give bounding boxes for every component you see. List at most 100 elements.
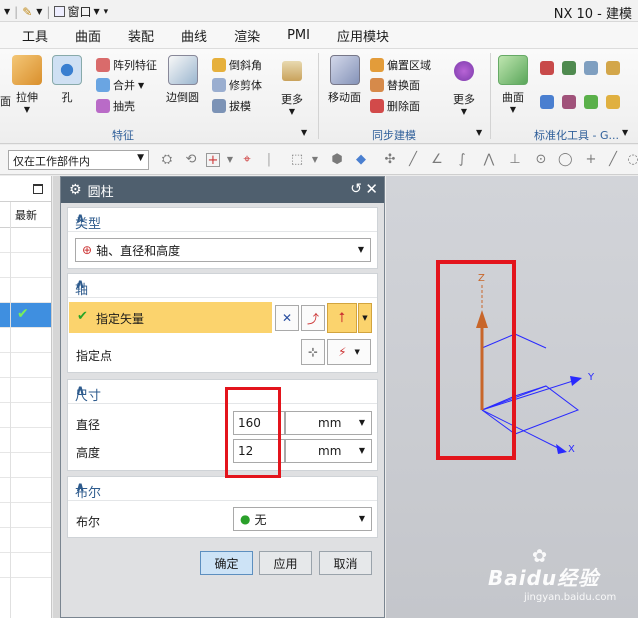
group-expand-icon[interactable]: ▼	[476, 128, 482, 137]
tab-assembly[interactable]: 装配	[128, 26, 154, 45]
navigator-row[interactable]	[0, 553, 51, 578]
dropdown-arrow-icon[interactable]: ▼	[4, 7, 10, 16]
std-tool-icon[interactable]	[540, 95, 554, 109]
panel-splitter[interactable]	[53, 176, 60, 618]
specify-vector-row[interactable]: ✔ 指定矢量	[69, 302, 272, 333]
cancel-button[interactable]: 取消	[319, 551, 372, 575]
std-tool-icon[interactable]	[606, 95, 620, 109]
selection-mode-icon[interactable]: +	[206, 153, 220, 168]
navigator-row[interactable]	[0, 503, 51, 528]
unite-button[interactable]: 合并 ▼	[96, 77, 144, 93]
gear-icon[interactable]: ⚙	[69, 182, 82, 198]
pencil-icon[interactable]: ✎	[22, 5, 32, 19]
selection-scope-dropdown[interactable]: 仅在工作部件内 ▼	[8, 150, 149, 170]
center-icon[interactable]: ⊙	[534, 153, 548, 167]
tab-surface[interactable]: 曲面	[75, 26, 101, 45]
vector-dialog-button[interactable]: ⤴	[301, 305, 325, 331]
height-unit-dropdown[interactable]: mm ▼	[285, 439, 372, 463]
group-expand-icon[interactable]: ▼	[622, 128, 628, 137]
std-tool-icon[interactable]	[562, 61, 576, 75]
reset-icon[interactable]: ↺	[350, 181, 362, 197]
box-select-icon[interactable]: ⬚	[290, 153, 304, 167]
std-tool-icon[interactable]	[584, 95, 598, 109]
perpendicular-icon[interactable]: ⊥	[508, 153, 522, 167]
offset-region-button[interactable]: 偏置区域	[370, 57, 431, 73]
snap-icon[interactable]: ⛭	[160, 153, 174, 167]
dimensions-section-header[interactable]: 尺寸 ∧	[68, 380, 377, 404]
more-sync-button[interactable]: 更多 ▼	[453, 61, 475, 116]
ok-button[interactable]: 确定	[200, 551, 253, 575]
extrude-button[interactable]: 拉伸 ▼	[12, 55, 42, 114]
shell-button[interactable]: 抽壳	[96, 98, 135, 114]
delete-face-button[interactable]: 删除面	[370, 98, 420, 114]
dropdown-arrow-icon[interactable]: ▼	[36, 7, 42, 16]
graphics-viewport[interactable]: Z Y X ✿ Baidu经验 jingyan.baidu.com	[386, 176, 638, 618]
dropdown-arrow-icon[interactable]: ▼	[223, 153, 237, 167]
collapse-caret-icon[interactable]: ∧	[75, 480, 370, 495]
std-tool-icon[interactable]	[584, 61, 598, 75]
std-tool-icon[interactable]	[562, 95, 576, 109]
point-type-button[interactable]: ⚡ ▼	[327, 339, 371, 365]
collapse-caret-icon[interactable]: ∧	[75, 383, 370, 398]
more-feature-button[interactable]: 更多 ▼	[281, 61, 303, 116]
point-dialog-button[interactable]: ⊹	[301, 339, 325, 365]
reverse-direction-button[interactable]: ✕	[275, 305, 299, 331]
tab-render[interactable]: 渲染	[234, 26, 260, 45]
trim-body-button[interactable]: 修剪体	[212, 77, 262, 93]
vector-type-button[interactable]: ⭡	[327, 303, 357, 333]
tab-pmi[interactable]: PMI	[287, 28, 310, 43]
dropdown-arrow-icon[interactable]: ▼	[308, 153, 322, 167]
navigator-row[interactable]	[0, 278, 51, 303]
cube-icon[interactable]: ◆	[354, 153, 368, 167]
navigator-row[interactable]	[0, 528, 51, 553]
slash-icon[interactable]: ╱	[606, 153, 620, 167]
tab-tools[interactable]: 工具	[22, 26, 48, 45]
type-dropdown[interactable]: ⊕ 轴、直径和高度 ▼	[75, 238, 371, 262]
curve-icon[interactable]: ∠	[430, 153, 444, 167]
ribbon-item-partial[interactable]: 面	[0, 93, 11, 109]
pattern-feature-button[interactable]: 阵列特征	[96, 57, 157, 73]
edge-blend-button[interactable]: 边倒圆	[166, 55, 199, 105]
axis-section-header[interactable]: 轴 ∧	[68, 274, 377, 298]
arc-icon[interactable]: ∫	[455, 153, 469, 167]
circle-icon[interactable]: ◯	[558, 153, 573, 167]
tangent-icon[interactable]: ◌	[626, 153, 638, 167]
apply-button[interactable]: 应用	[259, 551, 312, 575]
filter-icon[interactable]: ⟲	[184, 153, 198, 167]
snap-point-icon[interactable]: ✣	[383, 153, 397, 167]
replace-face-button[interactable]: 替换面	[370, 77, 420, 93]
plus-icon[interactable]: +	[584, 153, 598, 167]
collapse-caret-icon[interactable]: ∧	[75, 211, 370, 226]
customize-icon[interactable]: ▾	[104, 7, 109, 17]
std-tool-icon[interactable]	[606, 61, 620, 75]
group-expand-icon[interactable]: ▼	[301, 128, 307, 137]
chamfer-button[interactable]: 倒斜角	[212, 57, 262, 73]
surface-button[interactable]: 曲面 ▼	[498, 55, 528, 114]
navigator-row[interactable]	[0, 478, 51, 503]
std-tool-icon[interactable]	[540, 61, 554, 75]
close-icon[interactable]: ✕	[365, 180, 378, 198]
polyline-icon[interactable]: ⋀	[482, 153, 496, 167]
collapse-caret-icon[interactable]: ∧	[75, 277, 370, 292]
object-icon[interactable]: ⬢	[330, 153, 344, 167]
navigator-row[interactable]	[0, 453, 51, 478]
window-menu[interactable]: 窗口 ▼	[54, 3, 100, 20]
navigator-row[interactable]	[0, 328, 51, 353]
line-icon[interactable]: ╱	[406, 153, 420, 167]
navigator-row-selected[interactable]: ✔	[0, 303, 51, 328]
diameter-unit-dropdown[interactable]: mm ▼	[285, 411, 372, 435]
navigator-row[interactable]	[0, 378, 51, 403]
boolean-section-header[interactable]: 布尔 ∧	[68, 477, 377, 501]
draft-button[interactable]: 拔模	[212, 98, 251, 114]
tab-curve[interactable]: 曲线	[181, 26, 207, 45]
maximize-icon[interactable]	[33, 184, 43, 194]
navigator-row[interactable]	[0, 403, 51, 428]
navigator-row[interactable]	[0, 228, 51, 253]
navigator-row[interactable]	[0, 353, 51, 378]
tab-applications[interactable]: 应用模块	[337, 26, 389, 45]
navigator-row[interactable]	[0, 428, 51, 453]
move-face-button[interactable]: 移动面	[328, 55, 361, 105]
hole-button[interactable]: 孔	[52, 55, 82, 105]
boolean-dropdown[interactable]: ● 无 ▼	[233, 507, 372, 531]
navigator-row[interactable]	[0, 253, 51, 278]
